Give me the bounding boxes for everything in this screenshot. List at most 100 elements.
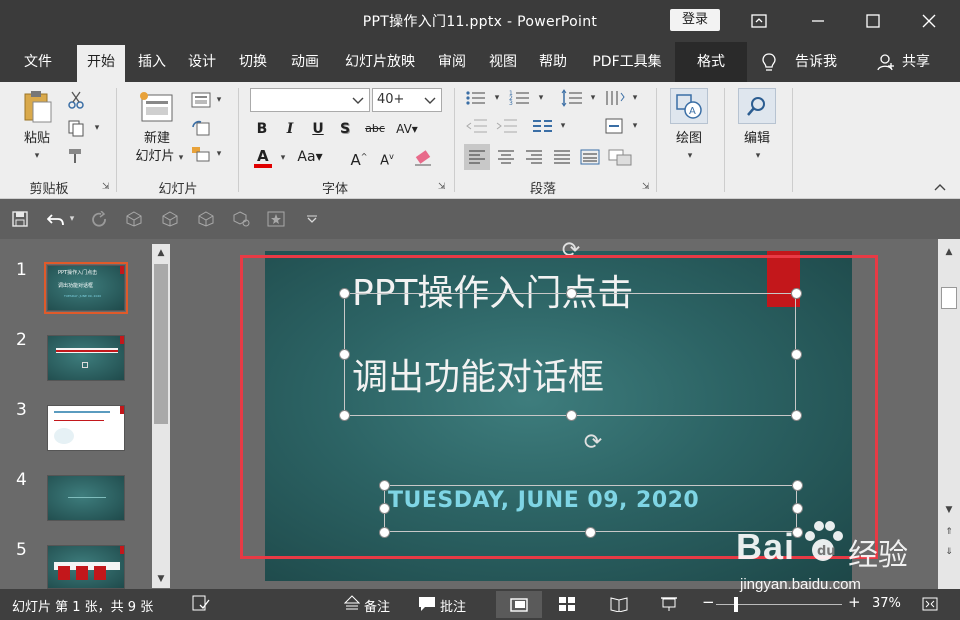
bullets-dropdown-icon[interactable]: ▾ [492, 92, 502, 104]
scroll-up-icon[interactable]: ▲ [152, 244, 170, 262]
login-button[interactable]: 登录 [670, 9, 720, 31]
character-spacing-button[interactable]: AV▾ [392, 118, 422, 140]
slide-thumbnail-4[interactable] [47, 475, 125, 521]
drawing-label[interactable]: 绘图 [666, 130, 712, 148]
font-launcher-icon[interactable]: ⇲ [438, 182, 446, 192]
line-spacing-icon[interactable] [560, 88, 586, 108]
tab-slideshow[interactable]: 幻灯片放映 [336, 42, 424, 82]
close-button[interactable] [906, 0, 952, 42]
tab-transitions[interactable]: 切换 [231, 42, 275, 82]
clear-formatting-icon[interactable] [412, 148, 434, 168]
paste-icon[interactable] [20, 88, 54, 124]
cube-icon[interactable] [194, 207, 218, 231]
strikethrough-button[interactable]: abc [362, 118, 388, 140]
decrease-font-size-button[interactable]: Av [376, 146, 398, 168]
shadow-button[interactable]: S [334, 118, 356, 140]
tab-review[interactable]: 审阅 [430, 42, 474, 82]
search-icon[interactable] [738, 88, 776, 124]
undo-icon[interactable] [44, 207, 68, 231]
scroll-up-icon[interactable]: ▲ [940, 243, 958, 261]
font-name-combo[interactable] [250, 88, 370, 112]
underline-button[interactable]: U [307, 118, 329, 140]
reading-view-icon[interactable] [610, 596, 628, 616]
person-icon[interactable] [876, 42, 896, 82]
text-direction-icon[interactable] [602, 88, 628, 108]
tab-help[interactable]: 帮助 [531, 42, 575, 82]
scrollbar-thumb[interactable] [941, 287, 957, 309]
reset-slide-icon[interactable] [190, 118, 212, 138]
tab-view[interactable]: 视图 [481, 42, 525, 82]
tab-animations[interactable]: 动画 [283, 42, 327, 82]
section-icon[interactable] [190, 144, 212, 164]
share-button[interactable]: 共享 [898, 42, 934, 82]
tab-pdf-tools[interactable]: PDF工具集 [584, 42, 670, 82]
font-size-combo[interactable]: 40+ [372, 88, 442, 112]
lightbulb-icon[interactable] [758, 42, 780, 82]
section-dropdown-icon[interactable]: ▾ [214, 148, 224, 160]
minimize-button[interactable] [795, 0, 841, 42]
save-icon[interactable] [8, 207, 32, 231]
zoom-out-button[interactable]: − [702, 593, 715, 611]
slideshow-icon[interactable] [660, 596, 678, 616]
collapse-ribbon-icon[interactable] [932, 180, 948, 194]
comments-icon[interactable] [418, 596, 436, 616]
star-frame-icon[interactable] [264, 207, 288, 231]
thumbnail-scrollbar[interactable]: ▲ ▼ [152, 244, 170, 588]
columns-dropdown-icon[interactable]: ▾ [558, 120, 568, 132]
cut-icon[interactable] [66, 90, 86, 110]
ribbon-display-options-icon[interactable] [736, 0, 782, 42]
tab-design[interactable]: 设计 [180, 42, 224, 82]
copy-icon[interactable] [66, 118, 86, 138]
slide-sorter-icon[interactable] [558, 596, 576, 616]
align-left-icon[interactable] [464, 144, 490, 170]
chevron-down-icon[interactable] [351, 89, 365, 120]
cube-icon[interactable] [158, 207, 182, 231]
notes-icon[interactable] [343, 595, 361, 615]
font-color-icon[interactable]: A [252, 146, 274, 168]
cube-icon[interactable] [122, 207, 146, 231]
editing-dropdown-icon[interactable]: ▾ [752, 150, 764, 162]
slide-thumbnail-5[interactable] [47, 545, 125, 589]
tab-format[interactable]: 格式 [675, 42, 747, 82]
chevron-down-icon[interactable] [423, 89, 437, 120]
comments-button[interactable]: 批注 [440, 596, 466, 615]
smartart-icon[interactable] [606, 146, 636, 168]
paste-label[interactable]: 粘贴 [14, 130, 60, 148]
align-text-dropdown-icon[interactable]: ▾ [630, 120, 640, 132]
text-direction-dropdown-icon[interactable]: ▾ [630, 92, 640, 104]
slide-thumbnail-1[interactable]: PPT操作入门点击 调出功能对话框 TUESDAY, JUNE 09, 2020 [44, 262, 128, 314]
customize-toolbar-icon[interactable] [300, 207, 324, 231]
drawing-dropdown-icon[interactable]: ▾ [684, 150, 696, 162]
slide-thumbnail-3[interactable] [47, 405, 125, 451]
increase-font-size-button[interactable]: A^ [348, 146, 370, 169]
font-color-dropdown-icon[interactable]: ▾ [278, 152, 288, 164]
new-slide-icon[interactable] [138, 90, 174, 124]
tell-me-search[interactable]: 告诉我 [786, 42, 846, 82]
align-center-icon[interactable] [494, 146, 518, 168]
distributed-icon[interactable] [578, 146, 602, 168]
align-right-icon[interactable] [522, 146, 546, 168]
layout-icon[interactable] [190, 90, 212, 110]
paste-dropdown-icon[interactable]: ▾ [30, 150, 44, 162]
align-text-icon[interactable] [602, 116, 628, 136]
paragraph-launcher-icon[interactable]: ⇲ [642, 182, 650, 192]
maximize-button[interactable] [850, 0, 896, 42]
tab-insert[interactable]: 插入 [130, 42, 174, 82]
increase-indent-icon[interactable] [494, 116, 520, 136]
undo-dropdown-icon[interactable]: ▾ [66, 207, 78, 231]
columns-icon[interactable] [530, 116, 556, 136]
scroll-down-icon[interactable]: ▼ [152, 570, 170, 588]
copy-dropdown-icon[interactable]: ▾ [92, 122, 102, 134]
format-painter-icon[interactable] [66, 146, 86, 166]
notes-button[interactable]: 备注 [364, 596, 390, 615]
tab-home[interactable]: 开始 [77, 45, 125, 82]
bullets-icon[interactable] [464, 88, 490, 108]
numbering-dropdown-icon[interactable]: ▾ [536, 92, 546, 104]
normal-view-icon[interactable] [496, 591, 542, 618]
tab-file[interactable]: 文件 [14, 42, 62, 82]
slide-thumbnail-2[interactable] [47, 335, 125, 381]
justify-icon[interactable] [550, 146, 574, 168]
clipboard-launcher-icon[interactable]: ⇲ [102, 182, 110, 192]
change-case-button[interactable]: Aa▾ [294, 146, 326, 168]
decrease-indent-icon[interactable] [464, 116, 490, 136]
